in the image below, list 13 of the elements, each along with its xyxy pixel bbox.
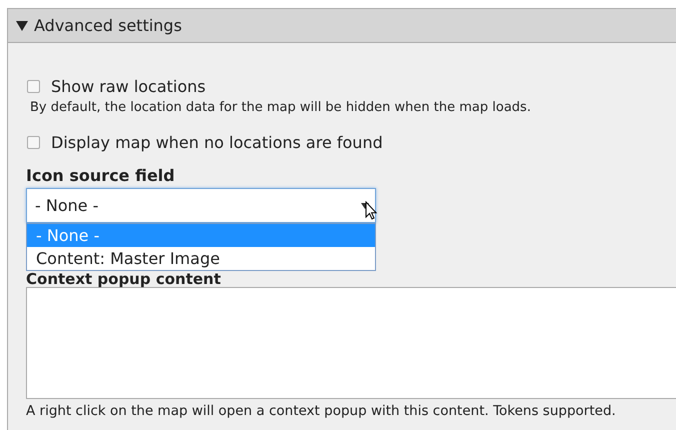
mouse-pointer-icon bbox=[365, 201, 377, 220]
panel-header[interactable]: Advanced settings bbox=[8, 9, 676, 43]
field-label: Context popup content bbox=[26, 272, 222, 287]
dropdown-option[interactable]: Content: Master Image bbox=[27, 247, 375, 270]
checkbox[interactable] bbox=[27, 136, 40, 148]
panel-title: Advanced settings bbox=[34, 16, 182, 35]
checkbox-label[interactable]: Display map when no locations are found bbox=[51, 132, 383, 152]
select-field[interactable]: - None - bbox=[26, 188, 376, 223]
checkbox[interactable] bbox=[27, 80, 40, 92]
checkbox-label[interactable]: Show raw locations bbox=[51, 76, 206, 96]
field-description: By default, the location data for the map will be hidden when the map loads. bbox=[30, 99, 532, 117]
field-label: Icon source field bbox=[26, 166, 176, 187]
field-description: A right click on the map will open a context popup with this content. Tokens supported. bbox=[26, 403, 617, 419]
